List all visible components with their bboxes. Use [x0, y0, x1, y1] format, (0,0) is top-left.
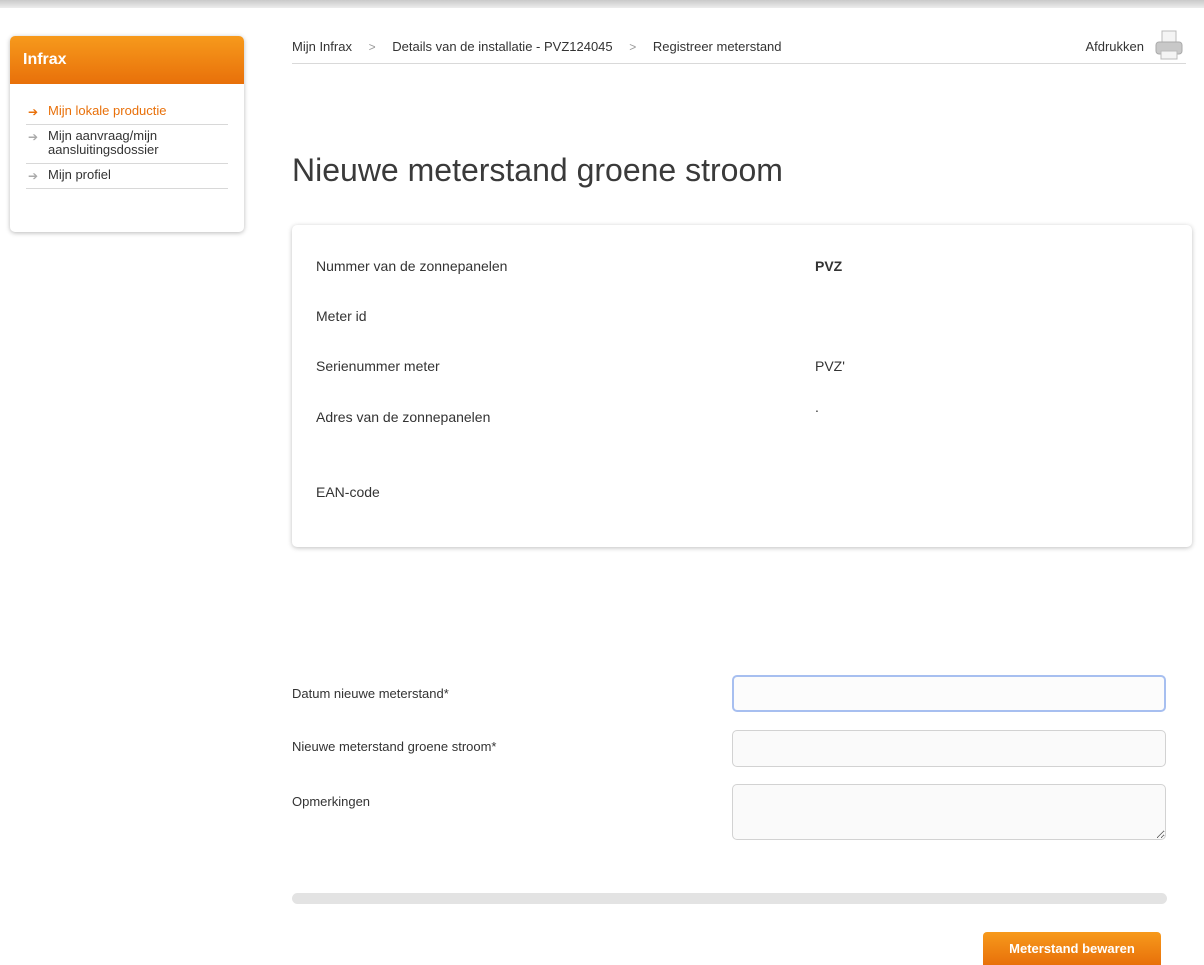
sidebar-item-label: Mijn aanvraag/mijn aansluitingsdossier	[48, 128, 159, 157]
reading-label: Nieuwe meterstand groene stroom*	[292, 739, 497, 754]
info-label-ean: EAN-code	[316, 484, 380, 500]
info-value-nummer: PVZ	[815, 258, 843, 274]
sidebar-item-label: Mijn profiel	[48, 167, 111, 182]
remarks-label: Opmerkingen	[292, 794, 371, 809]
sidebar-item-mijn-aanvraag[interactable]: ➔ Mijn aanvraag/mijn aansluitingsdossier	[26, 125, 228, 164]
breadcrumb-separator: >	[629, 40, 637, 54]
info-value-serienummer: PVZ'	[815, 358, 845, 374]
top-bar	[0, 0, 1204, 8]
print-label: Afdrukken	[1085, 38, 1144, 54]
form-divider	[292, 893, 1167, 904]
arrow-right-icon: ➔	[28, 169, 39, 183]
breadcrumb-mijn-infrax[interactable]: Mijn Infrax	[292, 39, 352, 54]
reading-input[interactable]	[732, 730, 1166, 767]
breadcrumb-separator: >	[368, 40, 376, 54]
info-label-nummer: Nummer van de zonnepanelen	[316, 258, 508, 274]
info-value-adres: .	[815, 399, 819, 415]
arrow-right-icon: ➔	[28, 130, 39, 144]
arrow-right-icon: ➔	[28, 105, 39, 119]
breadcrumb: Mijn Infrax > Details van de installatie…	[292, 39, 782, 54]
sidebar: Infrax ➔ Mijn lokale productie ➔ Mijn aa…	[10, 36, 244, 232]
page-title: Nieuwe meterstand groene stroom	[292, 152, 783, 188]
print-button[interactable]: Afdrukken	[1085, 29, 1184, 63]
sidebar-item-mijn-lokale-productie[interactable]: ➔ Mijn lokale productie	[26, 100, 228, 125]
breadcrumb-installatie-details[interactable]: Details van de installatie - PVZ124045	[392, 39, 612, 54]
breadcrumb-current: Registreer meterstand	[652, 39, 782, 54]
date-input[interactable]	[732, 675, 1166, 712]
printer-icon	[1155, 30, 1183, 60]
info-label-serienummer: Serienummer meter	[316, 358, 440, 374]
sidebar-item-mijn-profiel[interactable]: ➔ Mijn profiel	[26, 164, 228, 189]
sidebar-title: Infrax	[10, 36, 244, 84]
installation-info-card: Nummer van de zonnepanelen PVZ Meter id …	[292, 225, 1192, 547]
sidebar-nav: ➔ Mijn lokale productie ➔ Mijn aanvraag/…	[10, 84, 244, 189]
info-label-meter-id: Meter id	[316, 308, 367, 324]
info-label-adres: Adres van de zonnepanelen	[316, 409, 491, 425]
remarks-textarea[interactable]	[732, 784, 1166, 840]
sidebar-item-label: Mijn lokale productie	[48, 103, 167, 118]
breadcrumb-divider	[292, 63, 1186, 64]
save-button[interactable]: Meterstand bewaren	[983, 932, 1161, 965]
date-label: Datum nieuwe meterstand*	[292, 686, 449, 701]
